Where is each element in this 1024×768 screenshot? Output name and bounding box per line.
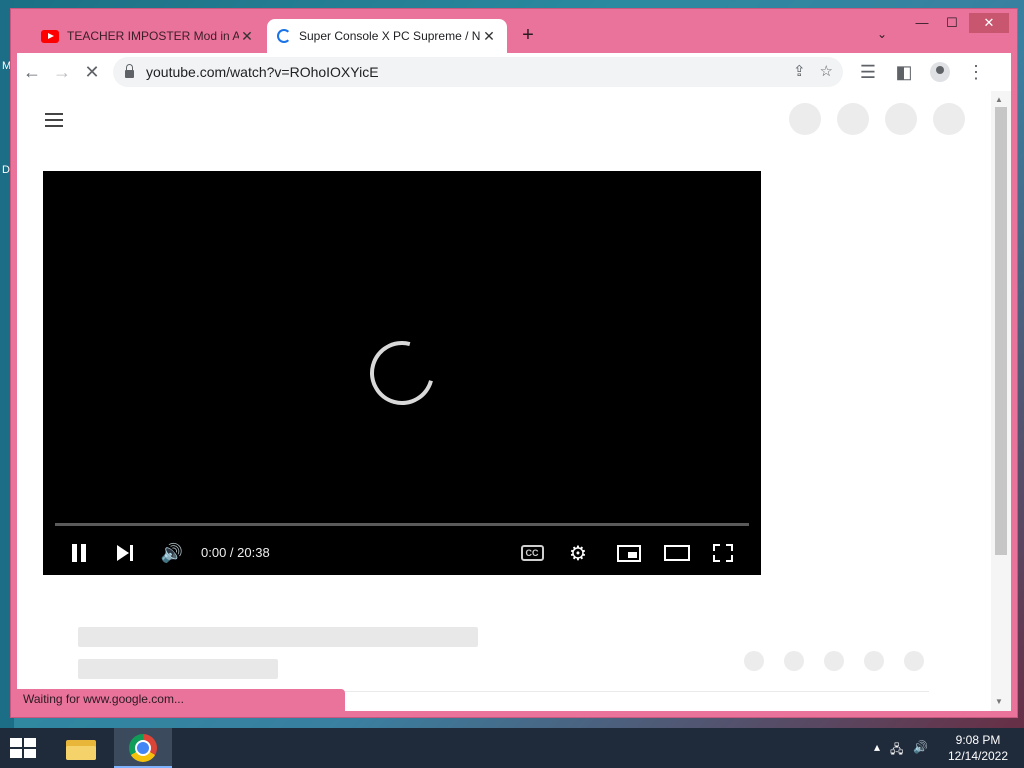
new-tab-button[interactable]: +: [517, 25, 539, 47]
chevron-up-icon[interactable]: ▴: [874, 740, 880, 761]
media-control-button[interactable]: ☰: [853, 57, 883, 87]
placeholder-circle: [933, 103, 965, 135]
progress-bar[interactable]: [55, 523, 749, 526]
loading-icon: [277, 29, 291, 43]
file-explorer-icon[interactable]: [64, 736, 98, 762]
placeholder-dot: [824, 651, 844, 671]
placeholder-title-bar: [78, 627, 478, 647]
avatar-icon: [930, 62, 950, 82]
close-window-button[interactable]: ✕: [969, 13, 1009, 33]
scroll-up-icon[interactable]: ▲: [995, 95, 1003, 104]
close-icon: ✕: [84, 61, 100, 82]
arrow-left-icon: ←: [23, 61, 41, 82]
page-content: 🔊 0:00 / 20:38 CC ⚙ ▲ ▼: [17, 91, 1011, 711]
video-player[interactable]: 🔊 0:00 / 20:38 CC ⚙: [43, 171, 761, 575]
forward-button[interactable]: →: [47, 57, 77, 87]
clock-time: 9:08 PM: [955, 733, 1001, 747]
volume-icon[interactable]: 🔊: [913, 740, 928, 761]
miniplayer-icon: [617, 544, 641, 562]
tab-title: Super Console X PC Supreme / N: [299, 29, 481, 43]
scroll-down-icon[interactable]: ▼: [995, 697, 1003, 706]
theater-icon: [664, 545, 690, 561]
tab-super-console[interactable]: Super Console X PC Supreme / N ✕: [267, 19, 507, 53]
address-bar[interactable]: youtube.com/watch?v=ROhoIOXYicE ⇪ ☆: [113, 57, 843, 87]
pause-button[interactable]: [67, 539, 91, 567]
playlist-icon: ☰: [859, 61, 877, 82]
theater-mode-button[interactable]: [663, 539, 691, 567]
status-bubble: Waiting for www.google.com...: [17, 689, 345, 711]
profile-button[interactable]: [925, 57, 955, 87]
clock-date: 12/14/2022: [947, 749, 1009, 763]
kebab-menu-icon: ⋮: [967, 61, 985, 82]
system-tray: ▴ 🖧 🔊: [874, 740, 928, 761]
tab-strip: TEACHER IMPOSTER Mod in Am ✕ Super Conso…: [11, 9, 1017, 55]
volume-icon: 🔊: [160, 542, 184, 563]
time-display: 0:00 / 20:38: [201, 545, 270, 560]
tab-teacher-imposter[interactable]: TEACHER IMPOSTER Mod in Am ✕: [31, 19, 265, 53]
chrome-icon: [129, 734, 157, 762]
close-icon[interactable]: ✕: [481, 28, 497, 45]
minimize-button[interactable]: —: [907, 13, 937, 33]
taskbar-chrome-button[interactable]: [114, 728, 172, 768]
chevron-down-icon[interactable]: ⌄: [877, 27, 887, 41]
browser-window: TEACHER IMPOSTER Mod in Am ✕ Super Conso…: [10, 8, 1018, 718]
close-icon[interactable]: ✕: [239, 28, 255, 45]
stop-button[interactable]: ✕: [77, 57, 107, 87]
miniplayer-button[interactable]: [615, 539, 643, 567]
lock-icon: [125, 64, 134, 78]
network-icon[interactable]: 🖧: [890, 740, 903, 761]
side-panel-button[interactable]: ◧: [889, 57, 919, 87]
arrow-right-icon: →: [53, 61, 71, 82]
star-icon[interactable]: ☆: [820, 62, 833, 80]
next-button[interactable]: [113, 539, 137, 567]
placeholder-meta-bar: [78, 659, 278, 679]
menu-button[interactable]: ⋮: [961, 57, 991, 87]
browser-toolbar: ← → ✕ youtube.com/watch?v=ROhoIOXYicE ⇪ …: [17, 53, 1011, 91]
placeholder-circle: [789, 103, 821, 135]
volume-button[interactable]: 🔊: [159, 539, 185, 567]
side-panel-icon: ◧: [895, 61, 913, 82]
next-icon: [117, 545, 129, 561]
placeholder-circle: [885, 103, 917, 135]
taskbar: ▴ 🖧 🔊 9:08 PM 12/14/2022: [0, 728, 1024, 768]
hamburger-icon[interactable]: [45, 113, 63, 127]
fullscreen-icon: [713, 544, 733, 562]
windows-start-icon[interactable]: [10, 738, 38, 758]
gear-icon: ⚙: [569, 542, 587, 565]
player-controls: 🔊 0:00 / 20:38 CC ⚙: [43, 531, 761, 575]
back-button[interactable]: ←: [17, 57, 47, 87]
maximize-button[interactable]: ☐: [937, 13, 967, 33]
fullscreen-button[interactable]: [711, 539, 735, 567]
placeholder-dot: [904, 651, 924, 671]
desktop-letter: D: [2, 164, 10, 176]
share-icon[interactable]: ⇪: [793, 62, 806, 80]
scroll-thumb[interactable]: [995, 107, 1007, 555]
placeholder-circle: [837, 103, 869, 135]
subtitles-button[interactable]: CC: [519, 539, 545, 567]
placeholder-dot: [864, 651, 884, 671]
placeholder-dot: [744, 651, 764, 671]
scrollbar[interactable]: ▲ ▼: [991, 91, 1011, 711]
settings-button[interactable]: ⚙: [565, 539, 591, 567]
url-text: youtube.com/watch?v=ROhoIOXYicE: [146, 64, 379, 80]
placeholder-dot: [784, 651, 804, 671]
taskbar-clock[interactable]: 9:08 PM 12/14/2022: [942, 732, 1014, 764]
tab-title: TEACHER IMPOSTER Mod in Am: [67, 29, 239, 43]
loading-spinner-icon: [358, 329, 446, 417]
youtube-icon: [41, 29, 59, 43]
cc-icon: CC: [520, 545, 544, 561]
